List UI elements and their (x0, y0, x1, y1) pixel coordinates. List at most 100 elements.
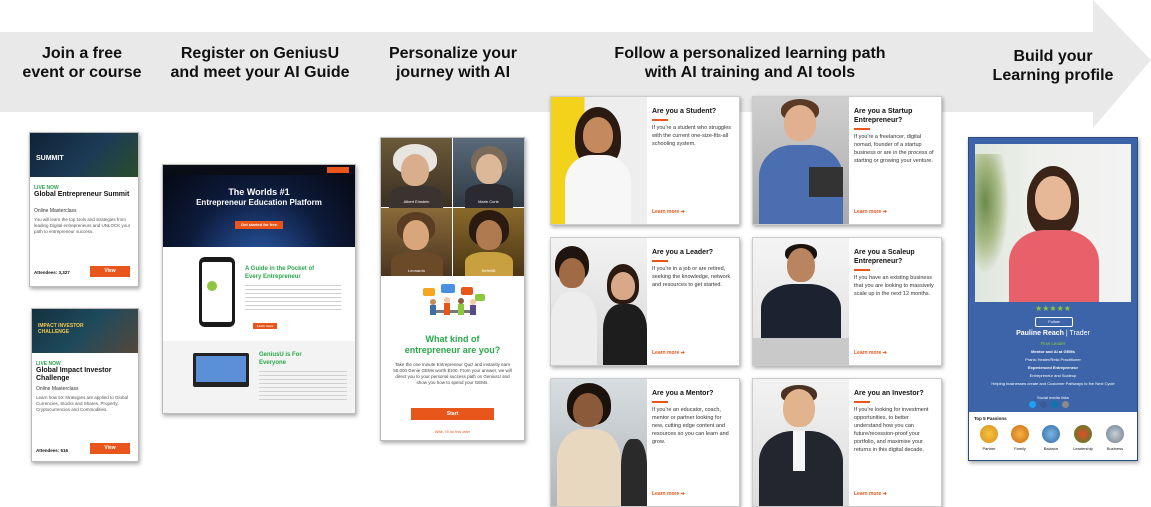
step-4-title: Follow a personalized learning path with … (614, 45, 886, 81)
accent-bar (652, 260, 668, 262)
path-card-startup[interactable]: Are you a Startup Entrepreneur? If you'r… (752, 96, 942, 225)
path-card-student[interactable]: Are you a Student? If you're a student w… (550, 96, 740, 225)
path-question: Are you an Investor? (854, 390, 924, 397)
path-text: If you're in a job or are retired, seeki… (652, 266, 731, 288)
portrait-leonardo (381, 208, 452, 276)
follow-button[interactable]: Follow (1035, 317, 1073, 327)
event-title: Global Entrepreneur Summit (34, 191, 130, 198)
leadership-icon (1074, 425, 1092, 443)
passion-family: Family (1008, 425, 1032, 453)
startup-photo (753, 97, 849, 224)
quiz-description: Take the one minute Entrepreneur Quiz an… (393, 362, 512, 385)
facebook-icon[interactable] (1040, 401, 1047, 408)
step-5-title: Build your Learning profile (992, 48, 1114, 84)
leader-photo (551, 238, 647, 365)
instagram-icon[interactable] (1062, 401, 1069, 408)
laptop-mockup (193, 353, 249, 387)
accent-bar (652, 119, 668, 121)
start-button[interactable]: Start (411, 408, 494, 420)
portrait-einstein (381, 138, 452, 208)
profile-photo (975, 144, 1131, 302)
investor-banner-text: IMPACT INVESTOR CHALLENGE (38, 323, 84, 335)
profile-stars: ★★★★★ (1035, 304, 1071, 313)
path-question: Are you a Leader? (652, 249, 714, 256)
portrait-label-1: Albert Einstein (403, 199, 430, 204)
event-card-investor[interactable]: IMPACT INVESTOR CHALLENGE LIVE NOW Globa… (31, 308, 139, 462)
path-text: If you're a student who struggles with t… (652, 125, 732, 147)
quiz-heading: What kind of entrepreneur are you? (404, 334, 501, 355)
learn-more-link[interactable]: Learn more ➔ (854, 350, 887, 356)
passions-panel: Top 5 Passions Partner Family Balance Le… (969, 412, 1137, 460)
event-subtitle: Online Masterclass (34, 208, 77, 214)
path-card-investor[interactable]: Are you an Investor? If you're looking f… (752, 378, 942, 507)
get-started-button[interactable]: Get started for free (235, 221, 283, 229)
path-card-leader[interactable]: Are you a Leader? If you're in a job or … (550, 237, 740, 366)
hero-title-2: Entrepreneur Education Platform (196, 198, 322, 207)
passion-balance: Balance (1039, 425, 1063, 453)
passion-partner: Partner (977, 425, 1001, 453)
profile-level: Flow Leader (1040, 341, 1066, 346)
scaleup-photo (753, 238, 849, 365)
guide-text-lines (245, 285, 341, 313)
learn-more-link[interactable]: Learn more ➔ (652, 350, 685, 356)
profile-name: Pauline Reach | Trader (1016, 330, 1090, 337)
everyone-text-lines (259, 371, 347, 401)
arrow-right-icon: ➔ (882, 491, 887, 497)
arrow-right-icon: ➔ (680, 209, 685, 215)
partner-icon (980, 425, 998, 443)
balance-icon (1042, 425, 1060, 443)
view-button[interactable]: View (90, 443, 130, 454)
mentor-photo (551, 379, 647, 506)
passions-title: Top 5 Passions (974, 416, 1007, 421)
guide-title: A Guide in the Pocket of Every Entreprene… (245, 266, 315, 280)
summit-banner-text: SUMMIT (36, 155, 64, 162)
event-description: Learn how 5X Strategies are applied to G… (36, 395, 129, 412)
passion-business: Business (1102, 425, 1128, 453)
accent-bar (854, 401, 870, 403)
path-text: If you're looking for investment opportu… (854, 407, 929, 453)
path-card-mentor[interactable]: Are you a Mentor? If you're an educator,… (550, 378, 740, 507)
register-page[interactable]: The Worlds #1 Entrepreneur Education Pla… (162, 164, 356, 414)
student-photo (551, 97, 647, 224)
event-card-summit[interactable]: SUMMIT LIVE NOW Global Entrepreneur Summ… (29, 132, 139, 287)
learn-more-link[interactable]: Learn more ➔ (652, 209, 685, 215)
path-text: If you're a freelancer, digital nomad, f… (854, 134, 934, 164)
family-icon (1011, 425, 1029, 443)
path-card-scaleup[interactable]: Are you a Scaleup Entrepreneur? If you h… (752, 237, 942, 366)
later-link[interactable]: Wait, I'll do this later (381, 428, 524, 436)
arrow-right-icon: ➔ (882, 209, 887, 215)
portrait-label-3: Leonardo (408, 268, 425, 273)
event-title: Global Impact Investor Challenge (36, 367, 112, 382)
learning-profile[interactable]: ★★★★★ Follow Pauline Reach | Trader Flow… (968, 137, 1138, 461)
portrait-label-4: Nefertiti (481, 268, 496, 273)
view-button[interactable]: View (90, 266, 130, 277)
linkedin-icon[interactable] (1051, 401, 1058, 408)
event-attendees: Attendees: 3,327 (34, 270, 70, 275)
arrow-right-icon: ➔ (882, 350, 887, 356)
path-text: If you're an educator, coach, mentor or … (652, 407, 729, 445)
accent-bar (652, 401, 668, 403)
path-text: If you have an existing business that yo… (854, 275, 934, 297)
team-illustration (423, 284, 485, 315)
portrait-label-2: Marie Curie (478, 199, 499, 204)
path-question: Are you a Startup Entrepreneur? (854, 108, 913, 124)
step-2-title: Register on GeniusU and meet your AI Guid… (170, 45, 350, 81)
arrow-right-icon: ➔ (680, 491, 685, 497)
portrait-curie (453, 138, 524, 208)
nav-cta[interactable] (327, 167, 349, 173)
twitter-icon[interactable] (1029, 401, 1036, 408)
accent-bar (854, 269, 870, 271)
path-question: Are you a Mentor? (652, 390, 714, 397)
learn-more-link[interactable]: Learn more ➔ (854, 491, 887, 497)
portrait-nefertiti (453, 208, 524, 276)
phone-mockup (199, 257, 235, 327)
learn-more-link[interactable]: Learn more ➔ (652, 491, 685, 497)
step-1-title: Join a free event or course (22, 45, 142, 81)
hero-title-1: The Worlds #1 (228, 187, 290, 197)
path-question: Are you a Student? (652, 108, 717, 115)
profile-details: Mentor and AI at GEMs Pranic Healer/Reik… (991, 349, 1115, 386)
learn-more-button[interactable]: Learn more (253, 323, 277, 329)
accent-bar (854, 128, 870, 130)
learn-more-link[interactable]: Learn more ➔ (854, 209, 887, 215)
personalize-page[interactable]: Albert Einstein Marie Curie Leonardo Nef… (380, 137, 525, 441)
